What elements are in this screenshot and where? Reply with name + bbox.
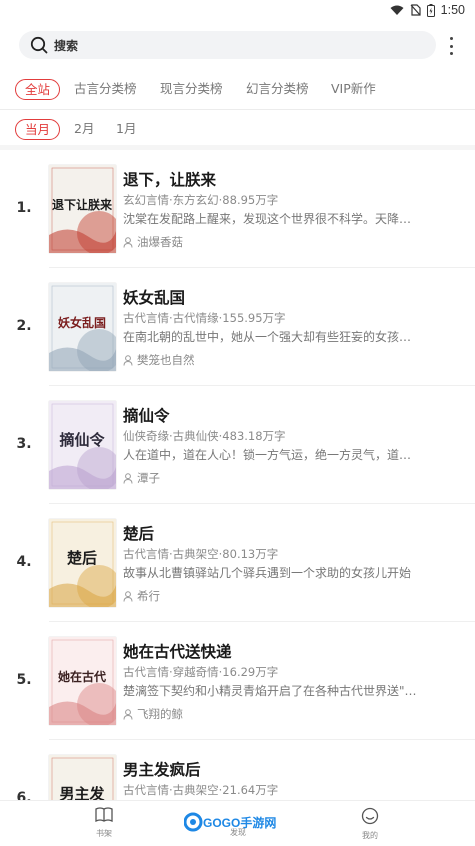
- book-item[interactable]: 3. 摘仙令 摘仙令 仙侠奇缘·古典仙侠·483.18万字 人在道中，道在人心！锁一方气…: [0, 386, 475, 504]
- tab-modern-romance[interactable]: 现言分类榜: [160, 79, 223, 100]
- book-rank: 5.: [16, 672, 32, 688]
- book-title[interactable]: 楚后: [123, 522, 154, 544]
- book-title[interactable]: 男主发疯后: [123, 758, 201, 780]
- book-title[interactable]: 她在古代送快递: [123, 640, 232, 662]
- bookshelf-icon: [95, 807, 113, 823]
- more-options-icon[interactable]: [444, 37, 458, 55]
- bottom-nav: 书架 发现 GOGO手游网 我的: [0, 800, 475, 846]
- book-meta: 古代言情·古典架空·21.64万字: [123, 783, 279, 797]
- book-meta: 古代言情·古典架空·80.13万字: [123, 547, 279, 561]
- search-bar[interactable]: 搜索: [19, 31, 436, 59]
- book-rank: 1.: [16, 200, 32, 216]
- tab-february[interactable]: 2月: [74, 119, 94, 140]
- search-label: 搜索: [54, 38, 79, 53]
- profile-icon: [361, 807, 379, 825]
- nav-bookshelf[interactable]: 书架: [74, 807, 134, 839]
- book-description: 在南北朝的乱世中，她从一个强大却有些狂妄的女孩…: [123, 330, 412, 344]
- status-time: 1:50: [440, 3, 465, 17]
- month-tabs: 当月 2月 1月: [0, 110, 475, 150]
- tab-ancient-romance[interactable]: 古言分类榜: [74, 79, 137, 100]
- cover-title-art: 退下让朕来: [52, 197, 113, 212]
- cover-title-art: 她在古代: [58, 669, 106, 684]
- book-description: 沈棠在发配路上醒来，发现这个世界很不科学。天降…: [123, 212, 412, 226]
- tab-fantasy-romance[interactable]: 幻言分类榜: [246, 79, 309, 100]
- book-rank: 4.: [16, 554, 32, 570]
- author-icon: [123, 472, 133, 484]
- book-author: 飞翔的鲸: [123, 706, 183, 722]
- battery-icon: [426, 3, 435, 17]
- nav-profile[interactable]: 我的: [340, 807, 400, 841]
- book-rank: 3.: [16, 436, 32, 452]
- book-description: 楚漓签下契约和小精灵青焰开启了在各种古代世界送"…: [123, 684, 417, 698]
- search-icon: [30, 36, 48, 54]
- author-icon: [123, 708, 133, 720]
- book-cover[interactable]: 楚后: [49, 519, 116, 607]
- book-author-name: 油爆香菇: [137, 235, 183, 249]
- tab-vip-new[interactable]: VIP新作: [331, 79, 376, 100]
- book-rank: 2.: [16, 318, 32, 334]
- book-cover[interactable]: 妖女乱国: [49, 283, 116, 371]
- book-author: 樊笼也自然: [123, 352, 195, 368]
- tab-current-month[interactable]: 当月: [15, 119, 61, 140]
- book-meta: 玄幻言情·东方玄幻·88.95万字: [123, 193, 279, 207]
- wifi-icon: [390, 5, 404, 15]
- book-item[interactable]: 1. 退下让朕来 退下，让朕来玄幻言情·东方玄幻·88.95万字沈棠在发配路上醒来，…: [0, 150, 475, 268]
- book-author: 希行: [123, 588, 160, 604]
- cover-title-art: 摘仙令: [59, 431, 105, 449]
- nav-profile-label: 我的: [362, 831, 378, 840]
- book-description: 人在道中，道在人心！锁一方气运，绝一方灵气，道…: [123, 448, 412, 462]
- cover-title-art: 妖女乱国: [58, 315, 106, 330]
- book-cover[interactable]: 摘仙令: [49, 401, 116, 489]
- book-author-name: 飞翔的鲸: [137, 707, 183, 721]
- search-row: 搜索: [0, 26, 475, 66]
- book-item[interactable]: 5. 她在古代 她在古代送快递古代言情·穿越奇情·16.29万字楚漓签下契约和小精灵…: [0, 622, 475, 740]
- book-cover[interactable]: 退下让朕来: [49, 165, 116, 253]
- book-description: 故事从北曹镇驿站几个驿兵遇到一个求助的女孩儿开始: [123, 566, 412, 580]
- book-meta: 古代言情·古代情缘·155.95万字: [123, 311, 286, 325]
- cover-title-art: 楚后: [67, 549, 97, 567]
- svg-text:GOGO手游网: GOGO手游网: [203, 815, 276, 830]
- no-sim-icon: [410, 4, 421, 16]
- author-icon: [123, 236, 133, 248]
- book-meta: 仙侠奇缘·古典仙侠·483.18万字: [123, 429, 286, 443]
- author-icon: [123, 590, 133, 602]
- status-bar: 1:50: [0, 0, 475, 22]
- tab-january[interactable]: 1月: [116, 119, 136, 140]
- book-item[interactable]: 2. 妖女乱国 妖女乱国 古代言情·古代情缘·155.95万字 在南北朝的乱世中，她从一…: [0, 268, 475, 386]
- nav-bookshelf-label: 书架: [96, 829, 112, 838]
- category-tabs: 全站 古言分类榜 现言分类榜 幻言分类榜 VIP新作: [0, 70, 475, 110]
- tab-all-site[interactable]: 全站: [15, 79, 61, 100]
- book-title[interactable]: 退下，让朕来: [123, 168, 216, 190]
- book-author-name: 潭子: [137, 471, 160, 485]
- book-author: 潭子: [123, 470, 160, 486]
- author-icon: [123, 354, 133, 366]
- book-title[interactable]: 妖女乱国: [123, 286, 185, 308]
- book-author-name: 希行: [137, 589, 160, 603]
- book-author-name: 樊笼也自然: [137, 353, 195, 367]
- book-title[interactable]: 摘仙令: [123, 404, 170, 426]
- book-author: 油爆香菇: [123, 234, 183, 250]
- book-cover[interactable]: 她在古代: [49, 637, 116, 725]
- book-item[interactable]: 4. 楚后 楚后 古代言情·古典架空·80.13万字 故事从北曹镇驿站几个驿兵遇到一个求…: [0, 504, 475, 622]
- watermark-logo: GOGO手游网: [184, 812, 276, 832]
- book-meta: 古代言情·穿越奇情·16.29万字: [123, 665, 279, 679]
